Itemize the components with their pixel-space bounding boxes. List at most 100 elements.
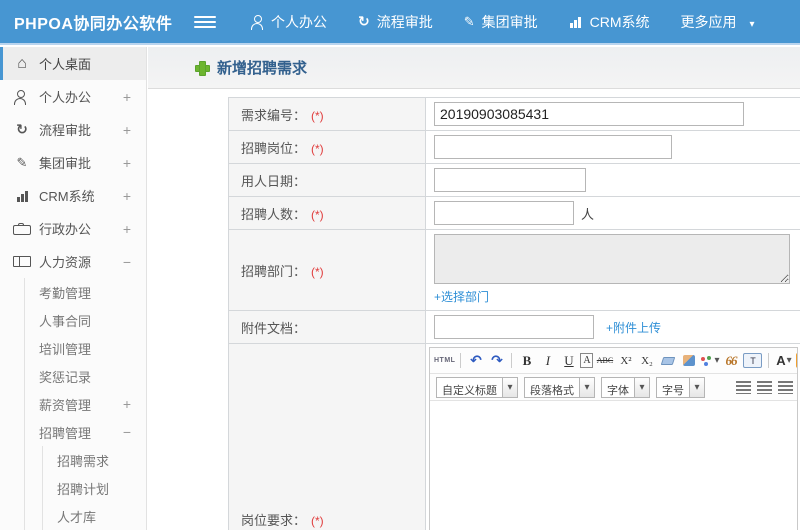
sidebar-item-attendance-mgmt[interactable]: 考勤管理 bbox=[25, 278, 146, 306]
recruit-department-textarea[interactable] bbox=[434, 234, 790, 284]
eraser-icon bbox=[660, 356, 676, 365]
italic-button[interactable]: I bbox=[538, 351, 557, 371]
subscript-button[interactable]: X₂ bbox=[637, 351, 656, 371]
menu-toggle-icon[interactable] bbox=[194, 11, 216, 33]
process-icon bbox=[358, 13, 370, 30]
format-painter-button[interactable] bbox=[679, 351, 698, 371]
sidebar-item-label: 招聘计划 bbox=[57, 481, 110, 497]
job-requirements-editor-area[interactable] bbox=[430, 401, 797, 530]
color-dots-icon bbox=[700, 355, 713, 367]
book-icon bbox=[13, 256, 31, 267]
field-label: 岗位要求： bbox=[241, 513, 307, 528]
font-family-select[interactable]: 字体 bbox=[601, 376, 650, 398]
demand-number-input[interactable] bbox=[434, 102, 744, 126]
emoticon-color-button[interactable] bbox=[700, 351, 719, 371]
unit-suffix: 人 bbox=[581, 206, 595, 222]
recruit-position-input[interactable] bbox=[434, 135, 672, 159]
sidebar-item-human-resources[interactable]: 人力资源 − bbox=[0, 245, 146, 278]
alignment-buttons bbox=[736, 380, 797, 394]
sidebar-item-personal-office[interactable]: 个人办公 + bbox=[0, 80, 146, 113]
sidebar-item-admin-office[interactable]: 行政办公 + bbox=[0, 212, 146, 245]
align-left-icon[interactable] bbox=[736, 380, 751, 394]
required-marker: (*) bbox=[311, 264, 324, 279]
nav-label: CRM系统 bbox=[589, 13, 650, 30]
undo-icon[interactable] bbox=[466, 351, 485, 371]
select-value: 字号 bbox=[662, 384, 684, 397]
sidebar-item-hr-contract[interactable]: 人事合同 bbox=[25, 306, 146, 334]
caret-down-icon bbox=[502, 377, 517, 397]
align-center-icon[interactable] bbox=[757, 380, 772, 394]
chart-icon bbox=[13, 190, 31, 202]
page-title: 新增招聘需求 bbox=[217, 60, 308, 77]
font-size-select[interactable]: 字号 bbox=[656, 376, 705, 398]
nav-label: 更多应用 bbox=[680, 13, 737, 30]
sidebar-item-recruit-plan[interactable]: 招聘计划 bbox=[43, 474, 146, 502]
sidebar-item-personal-desktop[interactable]: 个人桌面 bbox=[0, 47, 146, 80]
nav-personal-office[interactable]: 个人办公 bbox=[250, 12, 327, 32]
expand-toggle[interactable]: + bbox=[123, 221, 131, 237]
headcount-input[interactable] bbox=[434, 201, 574, 225]
html-source-button[interactable]: HTML bbox=[434, 351, 455, 371]
sidebar-item-label: 个人桌面 bbox=[39, 57, 92, 72]
field-label: 招聘部门： bbox=[241, 263, 307, 279]
required-marker: (*) bbox=[311, 108, 324, 123]
eraser-button[interactable] bbox=[658, 351, 677, 371]
sidebar-item-label: 招聘需求 bbox=[57, 453, 110, 469]
attachment-upload-link[interactable]: +附件上传 bbox=[606, 321, 661, 335]
blockquote-button[interactable]: 66 bbox=[721, 351, 740, 371]
collapse-toggle[interactable]: − bbox=[123, 254, 131, 270]
nav-process-approval[interactable]: 流程审批 bbox=[358, 12, 433, 32]
collapse-toggle[interactable]: − bbox=[123, 424, 131, 440]
sidebar-recruit-submenu: 招聘需求 招聘计划 人才库 bbox=[42, 446, 146, 530]
attachment-input[interactable] bbox=[434, 315, 594, 339]
align-right-icon[interactable] bbox=[778, 380, 793, 394]
sidebar-item-salary-mgmt[interactable]: 薪资管理 + bbox=[25, 390, 146, 418]
sidebar-item-reward-records[interactable]: 奖惩记录 bbox=[25, 362, 146, 390]
select-department-link[interactable]: +选择部门 bbox=[434, 288, 489, 305]
paragraph-format-select[interactable]: 段落格式 bbox=[524, 376, 595, 398]
brush-icon bbox=[682, 355, 695, 366]
field-label: 招聘人数： bbox=[241, 206, 307, 222]
custom-heading-select[interactable]: 自定义标题 bbox=[436, 376, 518, 398]
home-icon bbox=[13, 55, 31, 73]
expand-toggle[interactable]: + bbox=[123, 396, 131, 412]
caret-down-icon bbox=[634, 377, 649, 397]
field-label: 用人日期： bbox=[241, 173, 307, 189]
sidebar-item-recruit-mgmt[interactable]: 招聘管理 − bbox=[25, 418, 146, 446]
underline-button[interactable]: U bbox=[559, 351, 578, 371]
char-border-button[interactable]: A bbox=[580, 353, 594, 368]
rich-text-editor: HTML B I U A ABC X² X₂ bbox=[429, 347, 798, 530]
sidebar-item-crm-system[interactable]: CRM系统 + bbox=[0, 179, 146, 212]
expand-toggle[interactable]: + bbox=[123, 155, 131, 171]
strikethrough-button[interactable]: ABC bbox=[595, 351, 614, 371]
sidebar-item-process-approval[interactable]: 流程审批 + bbox=[0, 113, 146, 146]
sidebar-item-recruit-demand[interactable]: 招聘需求 bbox=[43, 446, 146, 474]
page-title-bar: 新增招聘需求 bbox=[148, 47, 800, 89]
nav-crm-system[interactable]: CRM系统 bbox=[569, 12, 650, 32]
superscript-button[interactable]: X² bbox=[616, 351, 635, 371]
sidebar-item-group-approval[interactable]: 集团审批 + bbox=[0, 146, 146, 179]
redo-icon[interactable] bbox=[487, 351, 506, 371]
sidebar-item-label: 个人办公 bbox=[39, 90, 92, 105]
nav-label: 个人办公 bbox=[271, 13, 327, 30]
table-row: 用人日期： bbox=[228, 163, 800, 197]
expand-toggle[interactable]: + bbox=[123, 122, 131, 138]
font-color-button[interactable]: A bbox=[774, 351, 793, 371]
expand-toggle[interactable]: + bbox=[123, 188, 131, 204]
caret-down-icon bbox=[689, 377, 704, 397]
background-color-button[interactable]: a bbox=[795, 351, 797, 371]
expand-toggle[interactable]: + bbox=[123, 89, 131, 105]
person-icon bbox=[250, 14, 264, 30]
sidebar-item-talent-pool[interactable]: 人才库 bbox=[43, 502, 146, 530]
edit-icon bbox=[13, 155, 31, 171]
hire-date-input[interactable] bbox=[434, 168, 586, 192]
paste-text-button[interactable]: T bbox=[742, 351, 763, 371]
caret-down-icon bbox=[579, 377, 594, 397]
sidebar-item-training-mgmt[interactable]: 培训管理 bbox=[25, 334, 146, 362]
bold-button[interactable]: B bbox=[517, 351, 536, 371]
main-content: 新增招聘需求 需求编号： (*) 招聘岗位： (*) 用人日期： 招聘人数： (*) … bbox=[148, 47, 800, 530]
sidebar-hr-submenu: 考勤管理 人事合同 培训管理 奖惩记录 薪资管理 + 招聘管理 − 招聘需求 招… bbox=[24, 278, 146, 530]
more-apps-caret[interactable] bbox=[750, 14, 755, 30]
nav-more-apps[interactable]: 更多应用 bbox=[681, 12, 737, 32]
nav-group-approval[interactable]: 集团审批 bbox=[464, 12, 538, 32]
